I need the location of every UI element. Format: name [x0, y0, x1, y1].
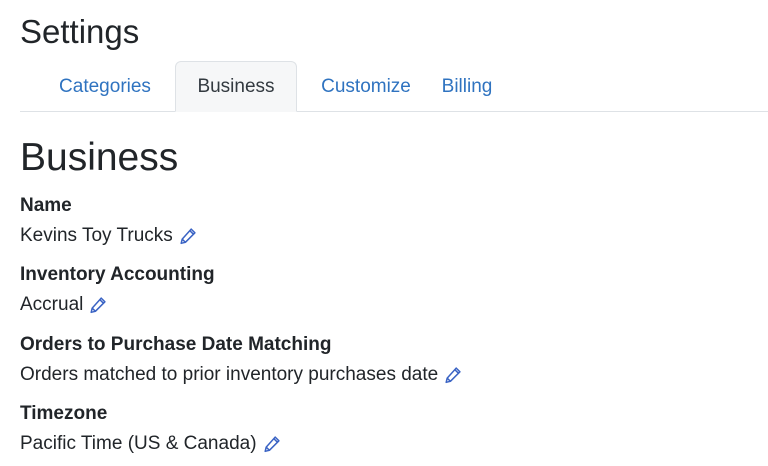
tab-customize[interactable]: Customize [297, 61, 435, 112]
date-matching-value: Orders matched to prior inventory purcha… [20, 364, 439, 385]
field-value-date-matching: Orders matched to prior inventory purcha… [20, 363, 463, 387]
field-name: Name Kevins Toy Trucks [20, 194, 198, 248]
edit-name-pencil-icon[interactable] [178, 226, 198, 246]
business-name-value: Kevins Toy Trucks [20, 225, 173, 246]
field-date-matching: Orders to Purchase Date Matching Orders … [20, 333, 463, 387]
inventory-accounting-value: Accrual [20, 294, 84, 315]
tab-billing[interactable]: Billing [437, 61, 497, 112]
edit-timezone-pencil-icon[interactable] [262, 434, 282, 454]
settings-tabs: Categories Business Customize Billing [20, 60, 768, 112]
field-inventory-accounting: Inventory Accounting Accrual [20, 263, 215, 317]
edit-date-matching-pencil-icon[interactable] [443, 365, 463, 385]
field-label-date-matching: Orders to Purchase Date Matching [20, 334, 332, 355]
tab-business[interactable]: Business [175, 61, 297, 112]
field-value-name: Kevins Toy Trucks [20, 224, 198, 248]
field-label-timezone: Timezone [20, 403, 108, 424]
field-value-timezone: Pacific Time (US & Canada) [20, 432, 282, 456]
field-label-name: Name [20, 195, 72, 216]
field-label-inventory-accounting: Inventory Accounting [20, 264, 215, 285]
page-title: Settings [20, 13, 140, 50]
section-title: Business [20, 136, 179, 179]
field-value-inventory-accounting: Accrual [20, 293, 215, 317]
timezone-value: Pacific Time (US & Canada) [20, 433, 257, 454]
edit-inventory-accounting-pencil-icon[interactable] [88, 295, 108, 315]
field-timezone: Timezone Pacific Time (US & Canada) [20, 402, 282, 456]
tab-categories[interactable]: Categories [37, 61, 173, 112]
